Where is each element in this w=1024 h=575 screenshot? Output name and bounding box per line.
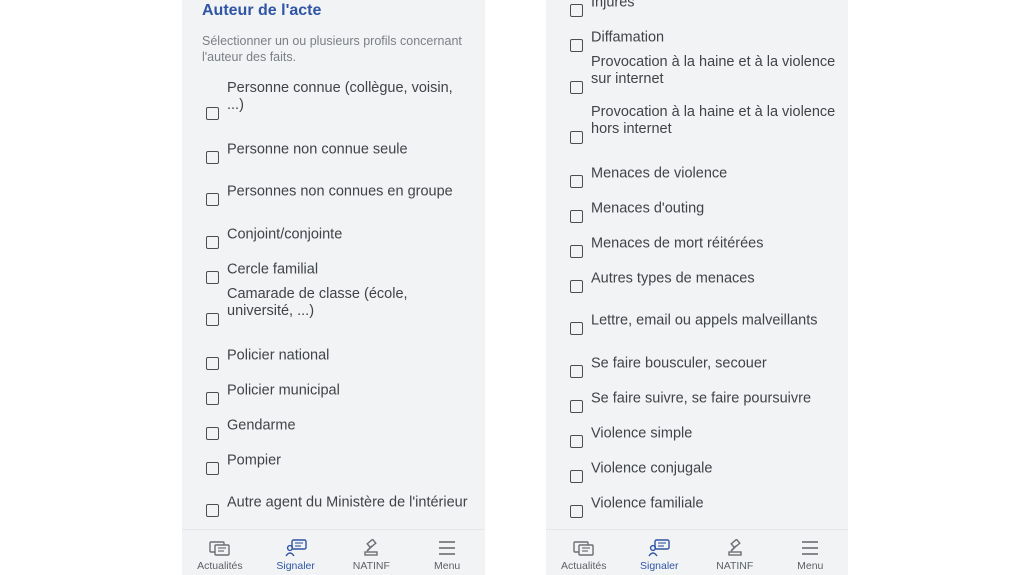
checkbox-label: Se faire suivre, se faire poursuivre [591,390,812,406]
checkbox-label: Provocation à la haine et à la violence … [591,54,836,87]
checkbox-label: Violence conjugale [591,460,713,476]
checkbox[interactable] [206,392,219,405]
nav-item-actualites[interactable]: Actualités [182,530,258,575]
checkbox[interactable] [570,322,583,335]
left-screen: Auteur de l'acte Sélectionner un ou plus… [182,0,485,575]
checkbox-label: Camarade de classe (école, université, .… [227,286,408,319]
checkbox[interactable] [570,400,583,413]
checkbox[interactable] [570,4,583,17]
checkbox-label: Autres types de menaces [591,270,755,286]
checkbox[interactable] [570,175,583,188]
nav-label: Actualités [560,560,607,572]
checkbox[interactable] [570,81,583,94]
checkbox-label: Menaces de mort réitérées [591,235,764,251]
checkbox[interactable] [206,193,219,206]
checkbox[interactable] [206,462,219,475]
checkbox[interactable] [570,245,583,258]
checkbox-label: Injures [591,0,635,10]
checkbox[interactable] [206,313,219,326]
nav-item-signaler[interactable]: Signaler [622,530,698,575]
checkbox[interactable] [570,365,583,378]
nav-label: NATINF [716,560,754,572]
nav-label: Signaler [639,560,679,572]
checkbox-label: Personne non connue seule [227,141,408,157]
checkbox-label: Cercle familial [227,261,319,277]
checkbox-label: Provocation à la haine et à la violence … [591,104,836,137]
checkbox[interactable] [570,210,583,223]
checkbox-label: Pompier [227,452,281,468]
checkbox[interactable] [570,280,583,293]
checkbox-label: Personnes non connues en groupe [227,183,453,199]
checkbox[interactable] [570,505,583,518]
checkbox[interactable] [206,236,219,249]
report-chat-icon [285,539,307,557]
section-title: Auteur de l'acte [202,2,322,19]
checkbox[interactable] [570,435,583,448]
nav-label: NATINF [352,560,390,572]
gavel-icon [728,539,742,556]
nav-item-signaler[interactable]: Signaler [258,530,334,575]
nav-item-natinf[interactable]: NATINF [334,530,410,575]
nav-item-natinf[interactable]: NATINF [697,530,773,575]
checkbox-label: Violence simple [591,425,693,441]
news-icon [209,541,230,556]
hamburger-menu-icon [439,541,456,555]
checkbox[interactable] [570,39,583,52]
bottom-navigation: Actualités Signaler NATINF Menu [182,529,485,575]
nav-label: Menu [433,560,461,572]
form-content: Injures Diffamation Provocation à la hai… [546,0,848,529]
checkbox-label: Lettre, email ou appels malveillants [591,312,818,328]
nav-item-menu[interactable]: Menu [409,530,485,575]
nav-label: Actualités [197,560,243,572]
nav-item-menu[interactable]: Menu [773,530,849,575]
gavel-icon [364,539,379,556]
checkbox-label: Se faire bousculer, secouer [591,355,767,371]
checkbox-label: Policier municipal [227,382,340,398]
checkbox[interactable] [570,470,583,483]
checkbox[interactable] [206,357,219,370]
checkbox[interactable] [570,131,583,144]
checkbox-label: Conjoint/conjointe [227,226,343,242]
checkbox-label: Menaces de violence [591,165,728,181]
form-content: Auteur de l'acte Sélectionner un ou plus… [182,0,485,529]
checkbox-label: Policier national [227,347,330,363]
nav-label: Signaler [276,560,315,572]
checkbox-label: Menaces d'outing [591,200,705,216]
checkbox[interactable] [206,151,219,164]
hamburger-menu-icon [802,541,819,555]
checkbox-label: Diffamation [591,29,665,45]
checkbox-label: Autre agent du Ministère de l'intérieur [227,494,468,510]
bottom-navigation: Actualités Signaler NATINF Menu [546,529,848,575]
checkbox[interactable] [206,504,219,517]
report-chat-icon [648,539,670,557]
checkbox-label: Violence familiale [591,495,704,511]
checkbox[interactable] [206,427,219,440]
nav-item-actualites[interactable]: Actualités [546,530,622,575]
news-icon [573,541,594,556]
checkbox[interactable] [206,271,219,284]
checkbox-label: Personne connue (collègue, voisin, ...) [227,80,453,113]
section-description: Sélectionner un ou plusieurs profils con… [202,34,462,64]
checkbox[interactable] [206,107,219,120]
nav-label: Menu [797,560,824,572]
right-screen: Injures Diffamation Provocation à la hai… [546,0,848,575]
checkbox-label: Gendarme [227,417,296,433]
